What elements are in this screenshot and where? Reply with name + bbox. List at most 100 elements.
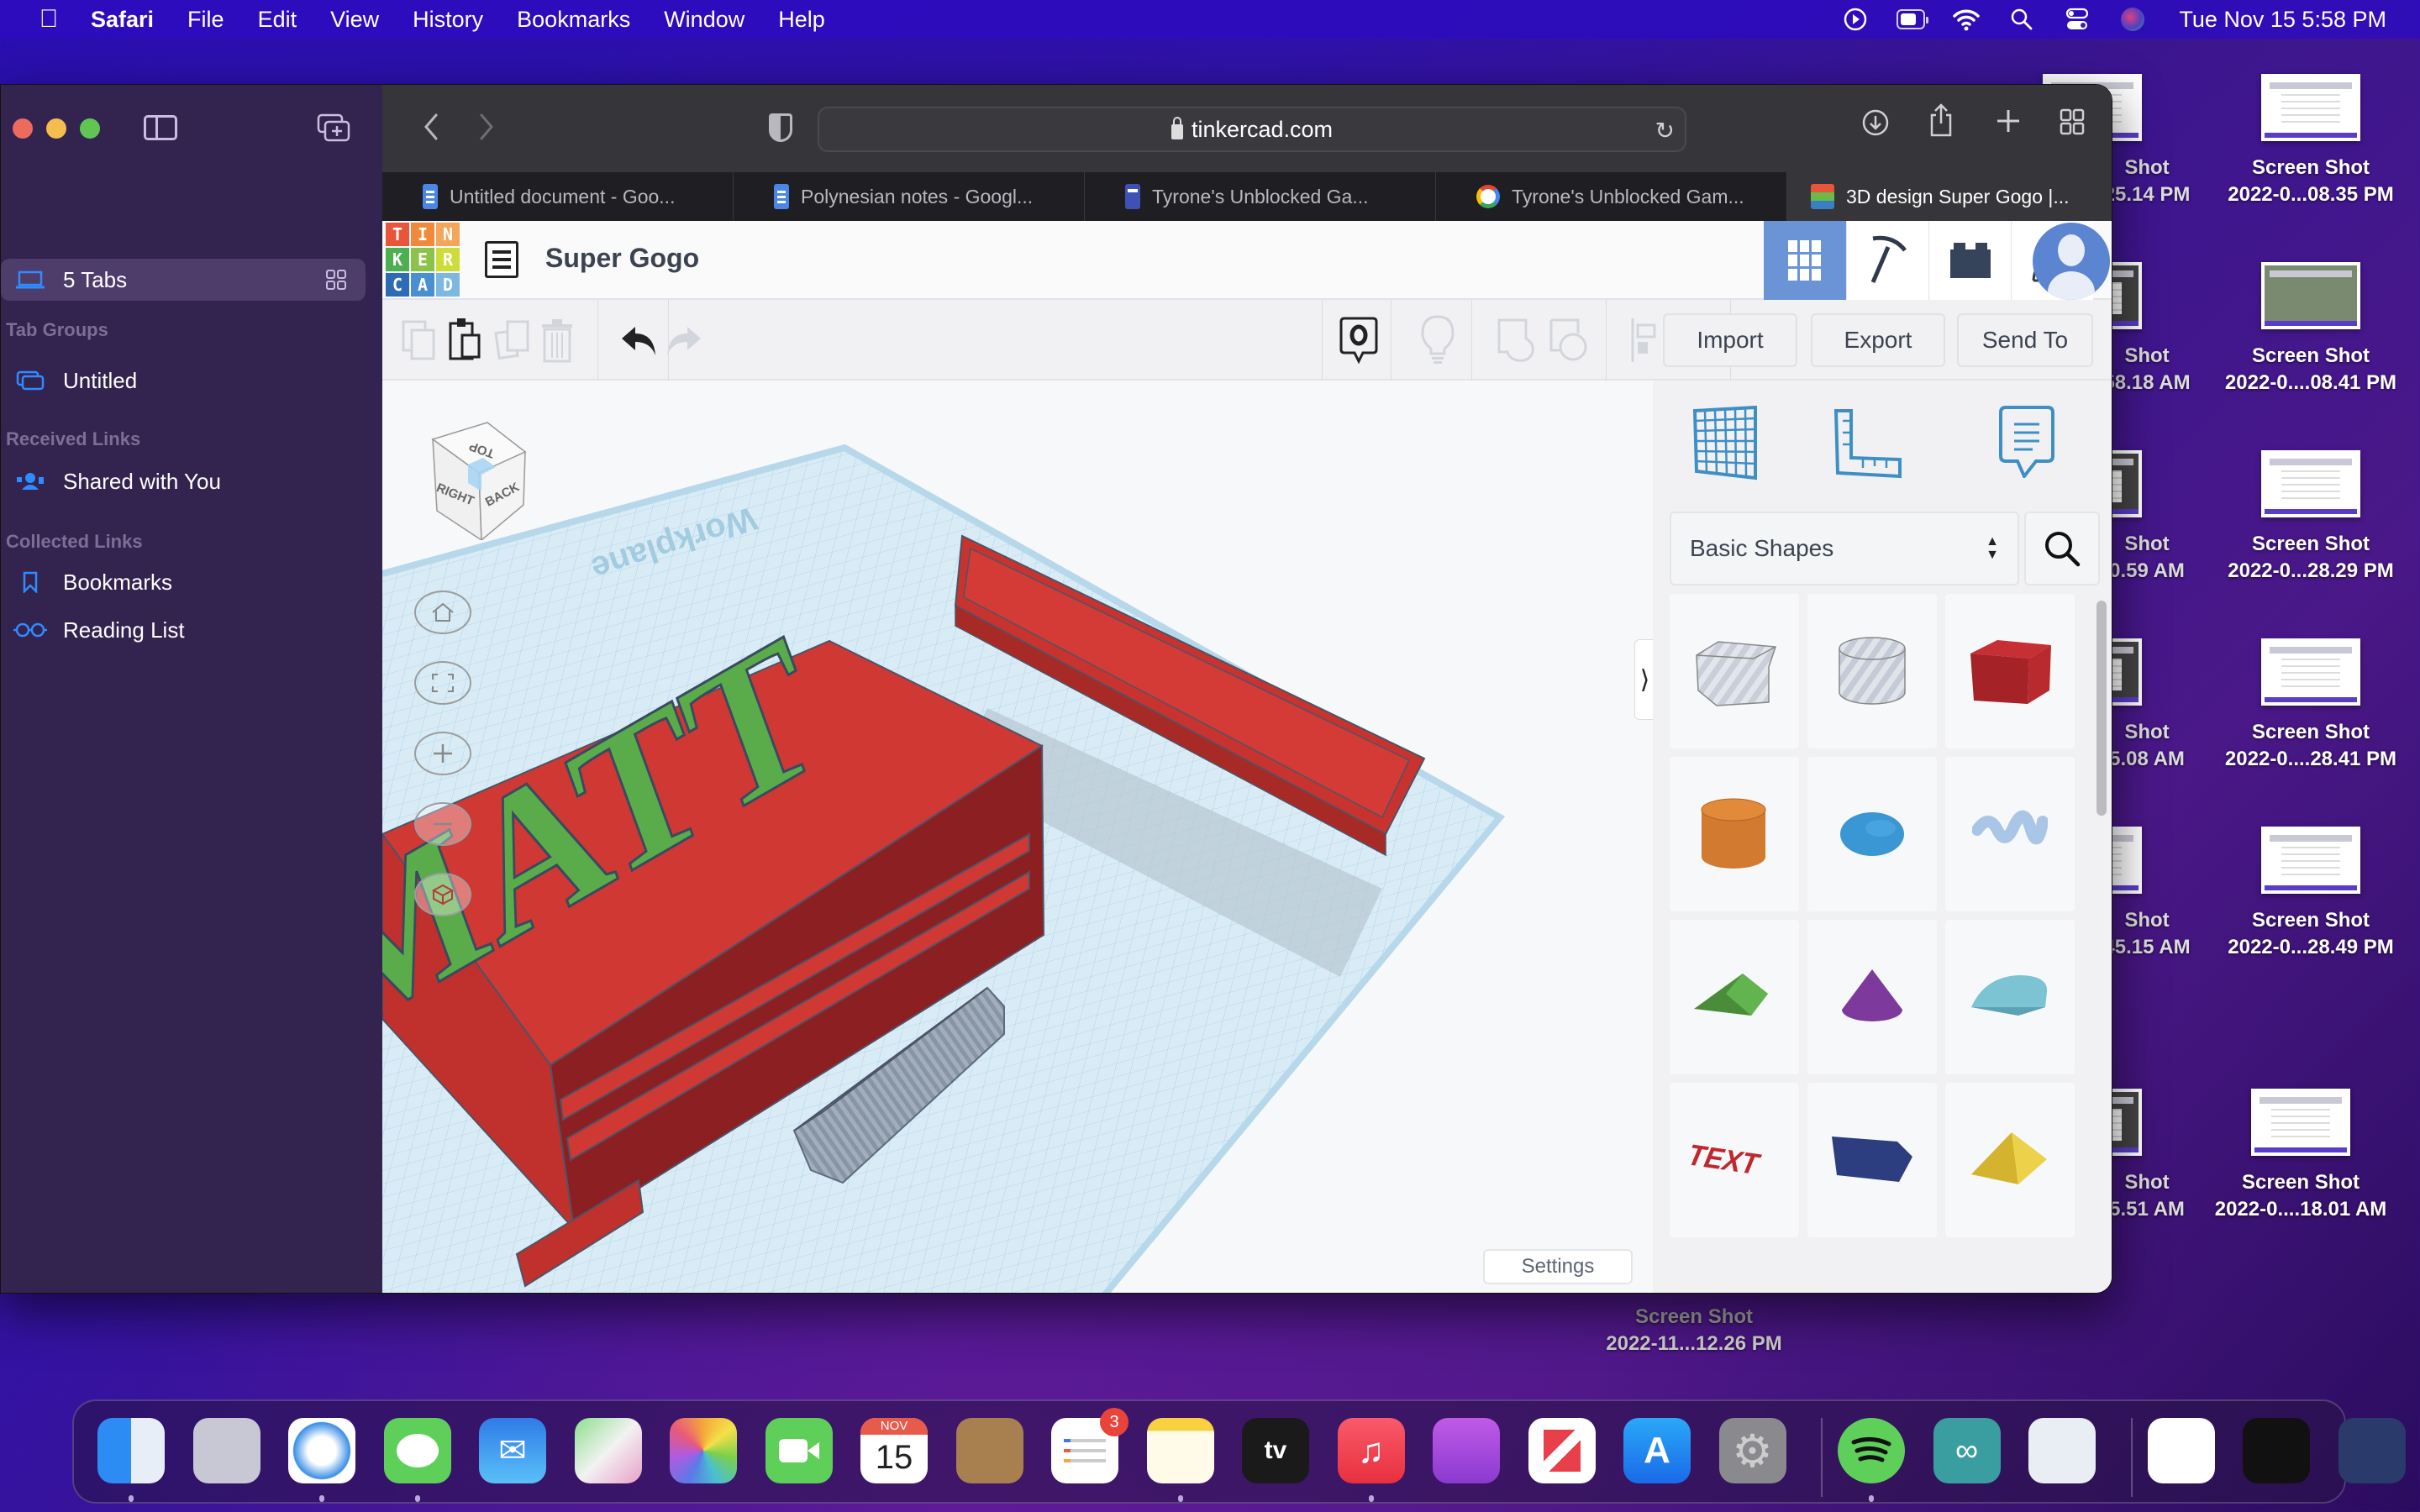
menu-history[interactable]: History	[413, 7, 483, 33]
3d-view-button[interactable]	[1764, 221, 1846, 300]
redo-icon[interactable]	[660, 317, 707, 364]
downloads-icon[interactable]	[1861, 108, 1890, 144]
bricks-view-button[interactable]	[1928, 221, 2011, 300]
dock-reminders-icon[interactable]: 3	[1051, 1408, 1128, 1483]
shape-tile-box-hole[interactable]	[1670, 594, 1799, 748]
menu-edit[interactable]: Edit	[258, 7, 297, 33]
minimize-window-button[interactable]	[46, 118, 66, 139]
dock-system-preferences-icon[interactable]: ⚙	[1718, 1418, 1786, 1483]
sidebar-item-untitled-group[interactable]: Untitled	[1, 360, 366, 402]
3d-viewport[interactable]: Workplane MATT TOP RIGHT BACK Settings	[382, 381, 1653, 1293]
dock-messages-icon[interactable]	[383, 1418, 451, 1483]
duplicate-tool-icon[interactable]	[490, 317, 537, 364]
menu-bar-clock[interactable]: Tue Nov 15 5:58 PM	[2179, 7, 2386, 33]
menu-help[interactable]: Help	[778, 7, 825, 33]
undo-icon[interactable]	[616, 317, 663, 364]
settings-button[interactable]: Settings	[1483, 1249, 1633, 1284]
shape-search-button[interactable]	[2024, 512, 2100, 585]
dock-facetime-icon[interactable]	[765, 1418, 833, 1483]
spotlight-search-icon[interactable]	[2007, 7, 2036, 32]
zoom-window-button[interactable]	[80, 118, 100, 139]
dock-safari-icon[interactable]	[288, 1418, 355, 1483]
desktop-file[interactable]: Screen Shot 2022-11...12.26 PM	[1593, 1304, 1795, 1357]
shape-tile-polygon[interactable]	[1807, 1083, 1937, 1237]
shape-tile-cone[interactable]	[1807, 920, 1937, 1074]
dock-spotify-icon[interactable]	[1838, 1418, 1905, 1483]
desktop-file[interactable]: Screen Shot 2022-0...28.49 PM	[2210, 827, 2412, 961]
dock-finder-icon[interactable]	[97, 1418, 165, 1483]
dock-music-icon[interactable]: ♫	[1337, 1418, 1405, 1483]
menu-app-name[interactable]: Safari	[91, 7, 154, 33]
new-tab-icon[interactable]	[1996, 108, 2021, 141]
shape-tile-scribble[interactable]	[1945, 757, 2075, 911]
lightbulb-icon[interactable]	[1414, 315, 1461, 364]
dock-maps-icon[interactable]	[574, 1418, 642, 1483]
collapse-panel-button[interactable]: ⟩	[1634, 639, 1655, 720]
desktop-file[interactable]: Screen Shot 2022-0....28.41 PM	[2210, 638, 2412, 773]
dock-tv-icon[interactable]: tv	[1242, 1418, 1309, 1483]
control-center-icon[interactable]	[2063, 7, 2091, 32]
zoom-in-button[interactable]	[414, 732, 471, 775]
workplane-tool-icon[interactable]	[1691, 405, 1762, 486]
shape-tile-text[interactable]: TEXT	[1670, 1083, 1799, 1237]
perspective-toggle-button[interactable]	[414, 873, 471, 916]
sidebar-item-bookmarks[interactable]: Bookmarks	[1, 561, 366, 603]
dock-app-store-icon[interactable]: A	[1623, 1418, 1691, 1483]
desktop-file[interactable]: Screen Shot 2022-0...28.29 PM	[2210, 450, 2412, 585]
zoom-out-button[interactable]	[414, 802, 471, 846]
dock-notes-icon[interactable]	[1146, 1418, 1214, 1483]
reload-icon[interactable]: ↻	[1655, 117, 1675, 144]
back-button[interactable]	[423, 112, 441, 148]
copy-tool-icon[interactable]	[397, 317, 445, 364]
menu-bookmarks[interactable]: Bookmarks	[517, 7, 630, 33]
home-view-button[interactable]	[414, 591, 471, 634]
dock-news-icon[interactable]	[1528, 1418, 1596, 1483]
menu-file[interactable]: File	[187, 7, 224, 33]
dock-photos-icon[interactable]	[670, 1418, 737, 1483]
panel-scrollbar[interactable]	[2096, 601, 2107, 816]
blocks-view-button[interactable]	[1846, 221, 1928, 300]
dock-safari-window-icon[interactable]	[2338, 1418, 2406, 1483]
shape-tile-round-roof[interactable]	[1945, 920, 2075, 1074]
design-title[interactable]: Super Gogo	[545, 243, 699, 274]
shape-tile-roof[interactable]	[1670, 920, 1799, 1074]
tab-overview-button[interactable]	[2060, 108, 2085, 143]
dock-calendar-icon[interactable]: NOV 15	[860, 1418, 928, 1483]
browser-tab[interactable]: Polynesian notes - Googl...	[734, 172, 1085, 221]
dock-arduino-icon[interactable]: ∞	[1933, 1418, 2001, 1483]
shape-category-select[interactable]: Basic Shapes ▲ ▼	[1670, 512, 2019, 585]
import-button[interactable]: Import	[1663, 313, 1797, 367]
menu-window[interactable]: Window	[664, 7, 744, 33]
dock-mail-icon[interactable]: ✉	[479, 1418, 546, 1483]
desktop-file[interactable]: Screen Shot 2022-0...08.35 PM	[2210, 74, 2412, 208]
battery-icon[interactable]	[1897, 7, 1929, 32]
shape-tile-sphere[interactable]	[1807, 757, 1937, 911]
tinkercad-logo[interactable]: TIN KER CAD	[386, 223, 460, 297]
wifi-icon[interactable]	[1952, 7, 1981, 32]
privacy-report-shield-icon[interactable]	[769, 113, 792, 142]
export-button[interactable]: Export	[1811, 313, 1945, 367]
sidebar-item-shared-with-you[interactable]: Shared with You	[1, 460, 366, 502]
design-list-icon[interactable]	[485, 241, 518, 278]
browser-tab[interactable]: Tyrone's Unblocked Gam...	[1436, 172, 1787, 221]
shape-tile-pyramid[interactable]	[1945, 1083, 2075, 1237]
sidebar-item-reading-list[interactable]: Reading List	[1, 609, 366, 651]
send-to-button[interactable]: Send To	[1957, 313, 2093, 367]
view-cube[interactable]: TOP RIGHT BACK	[416, 414, 542, 542]
dock-preview-icon[interactable]	[2028, 1418, 2096, 1483]
dock-launchpad-icon[interactable]	[192, 1418, 260, 1483]
forward-button[interactable]	[476, 112, 495, 148]
browser-tab[interactable]: Untitled document - Goo...	[382, 172, 734, 221]
menu-view[interactable]: View	[330, 7, 379, 33]
browser-tab-active[interactable]: 3D design Super Gogo |...	[1787, 172, 2112, 221]
siri-icon[interactable]	[2118, 7, 2147, 32]
ruler-tool-icon[interactable]	[1833, 407, 1903, 484]
dock-spotify-window-icon[interactable]	[2243, 1418, 2310, 1483]
user-avatar[interactable]	[2033, 223, 2110, 300]
now-playing-icon[interactable]	[1841, 7, 1870, 32]
share-icon[interactable]	[1928, 103, 1954, 144]
paste-tool-icon[interactable]	[443, 317, 490, 364]
dock-document-icon[interactable]	[2147, 1418, 2215, 1483]
fit-view-button[interactable]	[414, 661, 471, 705]
ungroup-tool-icon[interactable]	[1545, 317, 1592, 364]
